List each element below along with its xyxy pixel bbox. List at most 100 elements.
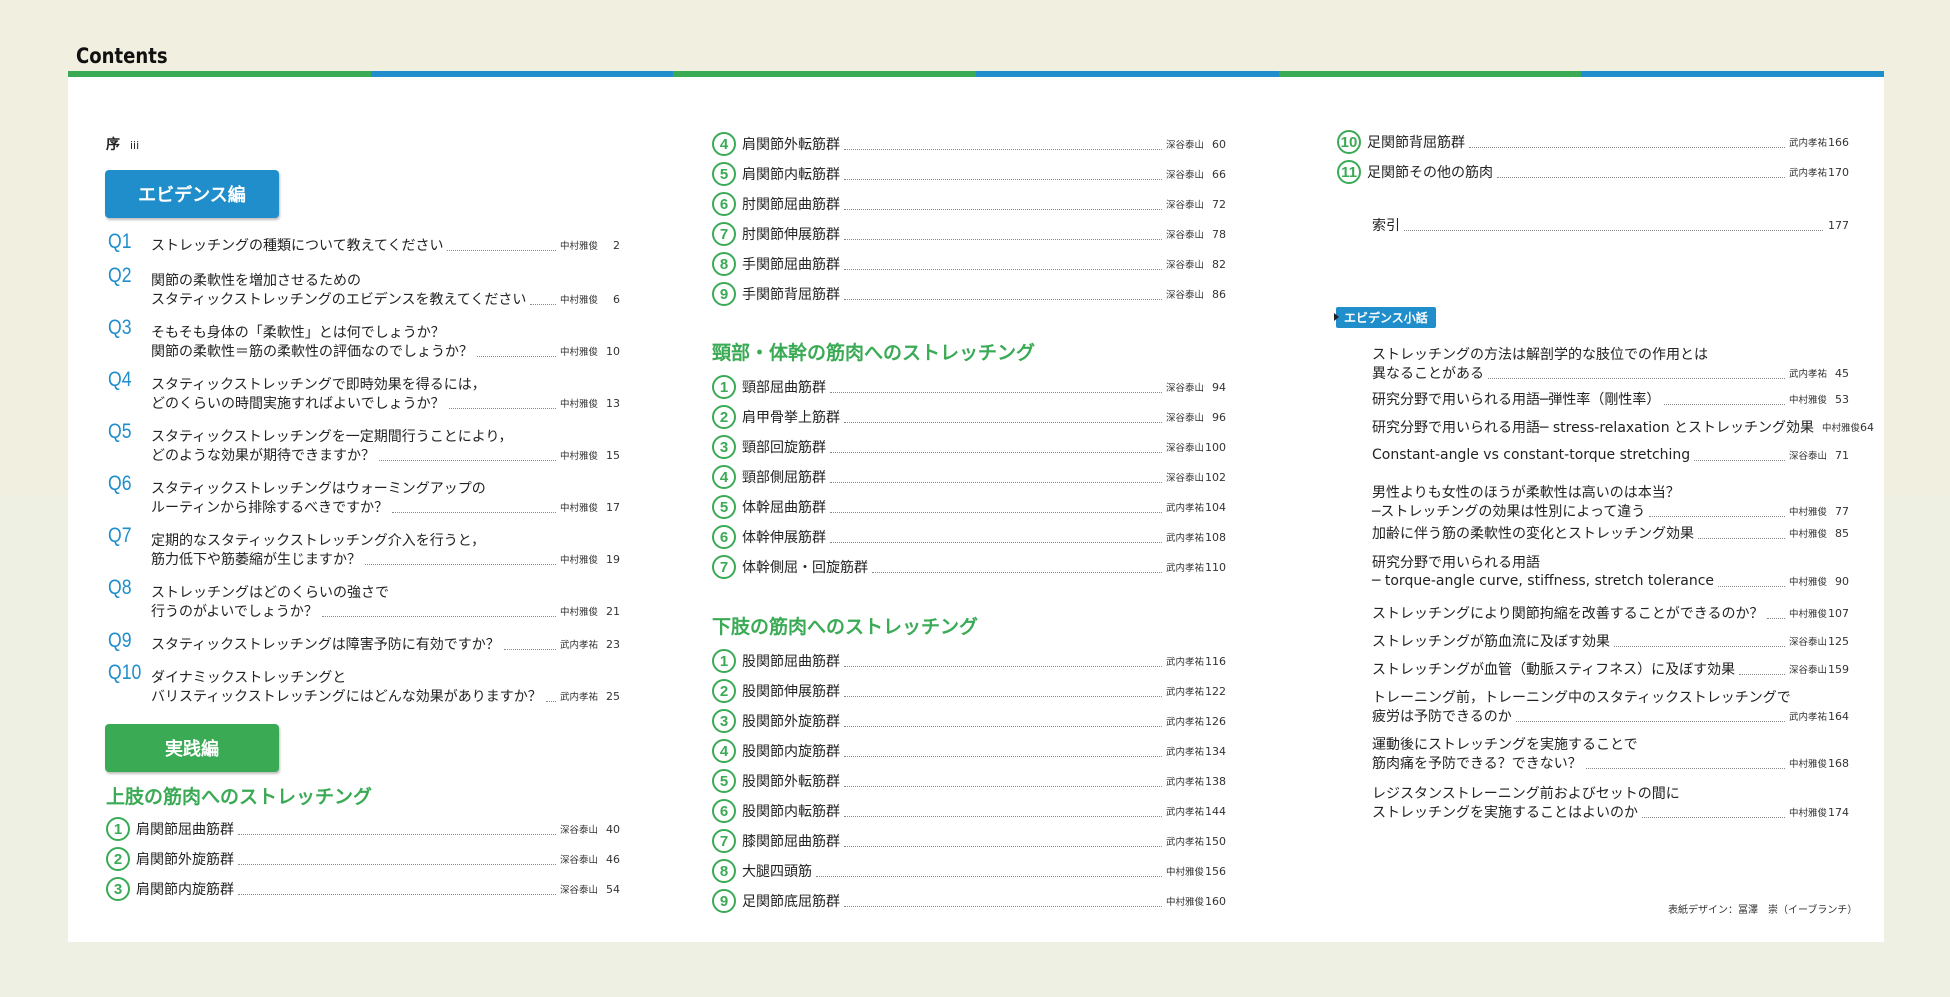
question-entry[interactable]: どのような効果が期待できますか？ 中村雅俊 15 xyxy=(151,444,620,466)
dot-leader xyxy=(238,894,556,895)
entry-author: 深谷泰山 xyxy=(559,855,598,866)
entry-title: 加齢に伴う筋の柔軟性の変化とストレッチング効果 xyxy=(1372,526,1694,542)
lower-limb-entry[interactable]: 11 足関節その他の筋肉 武内孝祐 170 xyxy=(1337,160,1849,184)
question-entry[interactable]: バリスティックストレッチングにはどんな効果がありますか？ 武内孝祐 25 xyxy=(151,685,620,707)
entry-author: 深谷泰山 xyxy=(1165,260,1204,271)
upper-limb-entry[interactable]: 1 肩関節屈曲筋群 深谷泰山 40 xyxy=(106,817,620,841)
entry-title: ストレッチングにより関節拘縮を改善することができるのか？ xyxy=(1372,606,1764,622)
column-entry[interactable]: 研究分野で用いられる用語─ stress-relaxation とストレッチング… xyxy=(1372,416,1874,438)
entry-author: 中村雅俊 xyxy=(1788,507,1827,518)
section-number-icon: 4 xyxy=(712,132,736,156)
preface-page: iii xyxy=(130,139,140,152)
question-number: Q5 xyxy=(108,420,132,443)
lower-limb-entry[interactable]: 3 股関節外旋筋群 武内孝祐 126 xyxy=(712,709,1226,733)
entry-title: 研究分野で用いられる用語─ stress-relaxation とストレッチング… xyxy=(1372,420,1815,436)
entry-title: 頸部側屈筋群 xyxy=(742,470,826,486)
practice-section-button[interactable]: 実践編 xyxy=(105,724,279,772)
question-entry[interactable]: スタティックストレッチングは障害予防に有効ですか？ 武内孝祐 23 xyxy=(151,633,620,655)
lower-limb-entry[interactable]: 4 股関節内旋筋群 武内孝祐 134 xyxy=(712,739,1226,763)
neck-trunk-entry[interactable]: 6 体幹伸展筋群 武内孝祐 108 xyxy=(712,525,1226,549)
entry-title: 筋力低下や筋萎縮が生じますか？ xyxy=(151,552,361,568)
column-entry[interactable]: ストレッチングにより関節拘縮を改善することができるのか？ 中村雅俊 107 xyxy=(1372,602,1849,624)
neck-trunk-entry[interactable]: 1 頸部屈曲筋群 深谷泰山 94 xyxy=(712,375,1226,399)
lower-limb-entry[interactable]: 7 膝関節屈曲筋群 武内孝祐 150 xyxy=(712,829,1226,853)
lower-limb-entry[interactable]: 10 足関節背屈筋群 武内孝祐 166 xyxy=(1337,130,1849,154)
entry-page: 78 xyxy=(1212,227,1226,241)
column-line-1: 男性よりも女性のほうが柔軟性は高いのは本当？ xyxy=(1372,485,1680,501)
dot-leader xyxy=(844,422,1162,423)
entry-page: 100 xyxy=(1205,440,1226,454)
column-entry[interactable]: 疲労は予防できるのか 武内孝祐 164 xyxy=(1372,705,1849,727)
neck-trunk-heading: 頸部・体幹の筋肉へのストレッチング xyxy=(712,342,1036,364)
dot-leader xyxy=(1649,516,1785,517)
entry-author: 中村雅俊 xyxy=(559,503,598,514)
column-entry[interactable]: ストレッチングが血管（動脈スティフネス）に及ぼす効果 深谷泰山 159 xyxy=(1372,658,1849,680)
lower-limb-entry[interactable]: 6 股関節内転筋群 武内孝祐 144 xyxy=(712,799,1226,823)
column-entry[interactable]: 研究分野で用いられる用語─弾性率（剛性率） 中村雅俊 53 xyxy=(1372,388,1849,410)
dot-leader xyxy=(844,269,1162,270)
upper-limb-entry[interactable]: 4 肩関節外転筋群 深谷泰山 60 xyxy=(712,132,1226,156)
dot-leader xyxy=(844,696,1162,697)
entry-author: 武内孝祐 xyxy=(1165,717,1204,728)
neck-trunk-entry[interactable]: 7 体幹側屈・回旋筋群 武内孝祐 110 xyxy=(712,555,1226,579)
neck-trunk-entry[interactable]: 2 肩甲骨挙上筋群 深谷泰山 96 xyxy=(712,405,1226,429)
upper-limb-entry[interactable]: 9 手関節背屈筋群 深谷泰山 86 xyxy=(712,282,1226,306)
column-entry[interactable]: 異なることがある 武内孝祐 45 xyxy=(1372,362,1849,384)
entry-page: 104 xyxy=(1205,500,1226,514)
entry-page: 110 xyxy=(1205,560,1226,574)
evidence-section-button[interactable]: エビデンス編 xyxy=(105,170,279,218)
upper-limb-entry[interactable]: 7 肘関節伸展筋群 深谷泰山 78 xyxy=(712,222,1226,246)
entry-title: 肩関節屈曲筋群 xyxy=(136,822,234,838)
column-entry[interactable]: 加齢に伴う筋の柔軟性の変化とストレッチング効果 中村雅俊 85 xyxy=(1372,522,1849,544)
upper-limb-entry[interactable]: 8 手関節屈曲筋群 深谷泰山 82 xyxy=(712,252,1226,276)
column-entry[interactable]: ストレッチングが筋血流に及ぼす効果 深谷泰山 125 xyxy=(1372,630,1849,652)
dot-leader xyxy=(1739,674,1785,675)
neck-trunk-entry[interactable]: 4 頸部側屈筋群 深谷泰山 102 xyxy=(712,465,1226,489)
dot-leader xyxy=(1585,768,1785,769)
dot-leader xyxy=(1642,817,1785,818)
dot-leader xyxy=(816,876,1162,877)
neck-trunk-entry[interactable]: 5 体幹屈曲筋群 武内孝祐 104 xyxy=(712,495,1226,519)
entry-page: 138 xyxy=(1205,774,1226,788)
column-entry[interactable]: ─ torque-angle curve, stiffness, stretch… xyxy=(1372,570,1849,592)
lower-limb-entry[interactable]: 9 足関節底屈筋群 中村雅俊 160 xyxy=(712,889,1226,913)
entry-title: 肩関節外転筋群 xyxy=(742,137,840,153)
lower-limb-entry[interactable]: 5 股関節外転筋群 武内孝祐 138 xyxy=(712,769,1226,793)
entry-page: 168 xyxy=(1828,756,1849,770)
question-entry[interactable]: 関節の柔軟性＝筋の柔軟性の評価なのでしょうか？ 中村雅俊 10 xyxy=(151,340,620,362)
preface-entry[interactable]: 序 iii xyxy=(106,134,139,154)
question-entry[interactable]: ストレッチングの種類について教えてください 中村雅俊 2 xyxy=(151,234,620,256)
preface-label: 序 xyxy=(106,137,120,153)
index-entry[interactable]: 索引 177 xyxy=(1372,214,1849,236)
dot-leader xyxy=(830,482,1162,483)
entry-page: 164 xyxy=(1828,709,1849,723)
column-entry[interactable]: 筋肉痛を予防できる？できない？ 中村雅俊 168 xyxy=(1372,752,1849,774)
lower-limb-entry[interactable]: 1 股関節屈曲筋群 武内孝祐 116 xyxy=(712,649,1226,673)
lower-limb-entry[interactable]: 2 股関節伸展筋群 武内孝祐 122 xyxy=(712,679,1226,703)
entry-author: 武内孝祐 xyxy=(559,692,598,703)
dot-leader xyxy=(1718,586,1785,587)
column-entry[interactable]: ─ストレッチングの効果は性別によって違う 中村雅俊 77 xyxy=(1372,500,1849,522)
section-number-icon: 6 xyxy=(712,799,736,823)
question-entry[interactable]: どのくらいの時間実施すればよいでしょうか？ 中村雅俊 13 xyxy=(151,392,620,414)
lower-limb-entry[interactable]: 8 大腿四頭筋 中村雅俊 156 xyxy=(712,859,1226,883)
question-entry[interactable]: 筋力低下や筋萎縮が生じますか？ 中村雅俊 19 xyxy=(151,548,620,570)
column-entry[interactable]: Constant-angle vs constant-torque stretc… xyxy=(1372,444,1849,466)
entry-page: 150 xyxy=(1205,834,1226,848)
upper-limb-entry[interactable]: 6 肘関節屈曲筋群 深谷泰山 72 xyxy=(712,192,1226,216)
section-number-icon: 7 xyxy=(712,222,736,246)
dot-leader xyxy=(844,846,1162,847)
question-entry[interactable]: ルーティンから排除するべきですか？ 中村雅俊 17 xyxy=(151,496,620,518)
dot-leader xyxy=(872,572,1162,573)
column-entry[interactable]: ストレッチングを実施することはよいのか 中村雅俊 174 xyxy=(1372,801,1849,823)
upper-limb-entry[interactable]: 2 肩関節外旋筋群 深谷泰山 46 xyxy=(106,847,620,871)
entry-page: 177 xyxy=(1828,218,1849,232)
upper-limb-entry[interactable]: 5 肩関節内転筋群 深谷泰山 66 xyxy=(712,162,1226,186)
entry-title: 手関節屈曲筋群 xyxy=(742,257,840,273)
neck-trunk-entry[interactable]: 3 頸部回旋筋群 深谷泰山 100 xyxy=(712,435,1226,459)
question-entry[interactable]: スタティックストレッチングのエビデンスを教えてください 中村雅俊 6 xyxy=(151,288,620,310)
question-line-1: 関節の柔軟性を増加させるための xyxy=(151,273,361,289)
dot-leader xyxy=(1404,230,1823,231)
upper-limb-entry[interactable]: 3 肩関節内旋筋群 深谷泰山 54 xyxy=(106,877,620,901)
question-entry[interactable]: 行うのがよいでしょうか？ 中村雅俊 21 xyxy=(151,600,620,622)
